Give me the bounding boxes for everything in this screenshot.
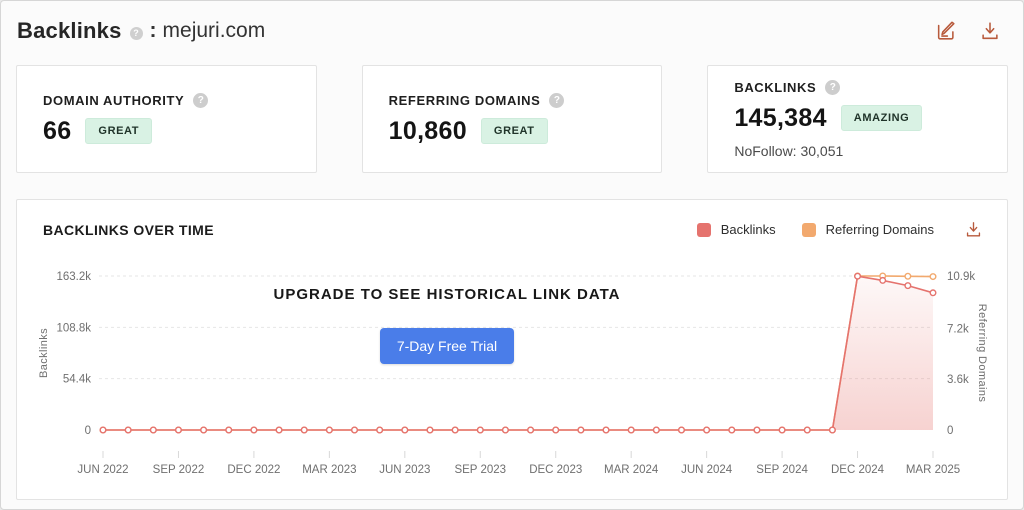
help-icon[interactable] [549,92,565,108]
card-referring-domains: REFERRING DOMAINS 10,860 GREAT [361,65,663,173]
svg-text:DEC 2024: DEC 2024 [831,464,885,476]
backlinks-dashboard: Backlinks : mejuri.com [0,0,1024,510]
legend-label: Referring Domains [825,222,934,237]
free-trial-button[interactable]: 7-Day Free Trial [379,328,515,364]
chart-legend: Backlinks Referring Domains [696,220,983,239]
svg-text:JUN 2024: JUN 2024 [681,464,733,476]
stats-row: DOMAIN AUTHORITY 66 GREAT REFERRING DOMA… [16,65,1008,173]
chart-region: 163.2k 108.8k 54.4k 0 10.9k 7.2k 3.6k 0 JUN 2022… [17,239,1007,490]
download-icon[interactable] [979,20,1001,42]
svg-text:JUN 2022: JUN 2022 [77,464,128,476]
svg-text:10.9k: 10.9k [947,271,975,283]
svg-text:54.4k: 54.4k [63,374,91,386]
svg-text:0: 0 [85,425,91,437]
svg-text:SEP 2023: SEP 2023 [454,464,506,476]
legend-item-referring-domains[interactable]: Referring Domains [801,222,934,237]
help-icon[interactable] [193,92,209,108]
panel-title: BACKLINKS OVER TIME [43,221,214,238]
svg-text:7.2k: 7.2k [947,323,969,335]
page-header: Backlinks : mejuri.com [1,1,1023,44]
card-backlinks: BACKLINKS 145,384 AMAZING NoFollow: 30,0… [707,65,1008,173]
page-title: Backlinks [17,18,122,43]
status-badge: GREAT [85,118,153,144]
nofollow-count: NoFollow: 30,051 [734,142,844,159]
upgrade-overlay: UPGRADE TO SEE HISTORICAL LINK DATA 7-Da… [17,286,877,364]
svg-text:SEP 2022: SEP 2022 [153,464,205,476]
svg-text:DEC 2023: DEC 2023 [529,464,582,476]
upgrade-message: UPGRADE TO SEE HISTORICAL LINK DATA [273,286,621,303]
analyzed-domain: mejuri.com [162,19,266,42]
svg-text:MAR 2025: MAR 2025 [906,464,960,476]
svg-text:DEC 2022: DEC 2022 [227,464,280,476]
card-backlinks-label: BACKLINKS [734,79,817,95]
title-separator: : [149,19,157,42]
svg-text:163.2k: 163.2k [56,271,91,283]
svg-text:Referring Domains: Referring Domains [976,304,988,403]
chart-download-icon[interactable] [964,220,983,239]
referring-domains-swatch [801,222,816,237]
svg-text:MAR 2024: MAR 2024 [604,464,659,476]
header-toolbar [935,20,1001,42]
panel-header: BACKLINKS OVER TIME Backlinks Referring … [17,200,1007,239]
backlinks-over-time-chart: 163.2k108.8k54.4k010.9k7.2k3.6k0JUN 2022… [38,271,988,476]
svg-text:MAR 2023: MAR 2023 [302,464,356,476]
legend-item-backlinks[interactable]: Backlinks [696,222,776,237]
card-referring-domains-label: REFERRING DOMAINS [388,92,541,108]
svg-text:JUN 2023: JUN 2023 [379,464,430,476]
svg-text:0: 0 [947,425,953,437]
edit-note-icon[interactable] [935,20,957,42]
svg-text:SEP 2024: SEP 2024 [756,464,808,476]
info-icon[interactable] [129,26,143,40]
status-badge: AMAZING [840,105,923,131]
legend-label: Backlinks [720,222,776,237]
help-icon[interactable] [825,79,841,95]
backlinks-over-time-panel: BACKLINKS OVER TIME Backlinks Referring … [16,199,1008,500]
card-domain-authority: DOMAIN AUTHORITY 66 GREAT [16,65,317,173]
backlinks-swatch [696,222,711,237]
status-badge: GREAT [480,118,548,144]
referring-domains-value: 10,860 [388,116,467,145]
card-domain-authority-label: DOMAIN AUTHORITY [43,92,185,108]
svg-text:3.6k: 3.6k [947,374,969,386]
domain-authority-value: 66 [43,116,72,145]
backlinks-value: 145,384 [734,103,827,132]
